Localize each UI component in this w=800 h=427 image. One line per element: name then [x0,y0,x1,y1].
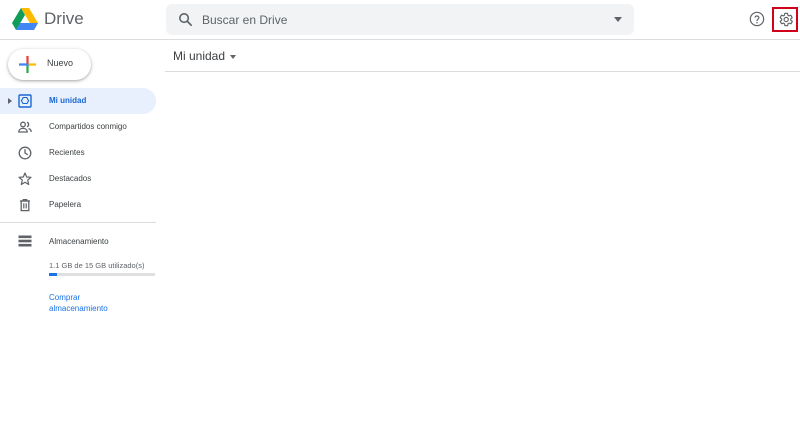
main-divider [165,71,800,72]
trash-icon [20,198,30,212]
buy-storage-link[interactable]: Comprar almacenamiento [49,292,139,314]
sidebar-item-destacados[interactable]: Destacados [0,166,156,192]
search-icon[interactable] [177,11,194,28]
people-icon [18,121,32,133]
star-icon [18,172,32,186]
sidebar-item-label: Destacados [49,174,92,183]
app-title[interactable]: Drive [44,9,84,29]
chevron-down-icon[interactable] [230,55,236,59]
plus-icon [18,55,37,74]
storage-usage-text: 1.1 GB de 15 GB utilizado(s) [49,261,145,270]
sidebar-item-recientes[interactable]: Recientes [0,140,156,166]
new-button[interactable]: Nuevo [8,49,91,80]
new-button-label: Nuevo [47,58,74,68]
help-icon[interactable] [749,11,765,27]
sidebar-item-almacenamiento[interactable]: Almacenamiento [0,232,156,252]
google-drive-logo[interactable] [12,7,38,31]
storage-icon [18,235,32,247]
sidebar-divider [0,222,156,223]
expand-arrow-icon[interactable] [8,98,12,104]
search-options-icon[interactable] [614,17,622,22]
storage-label: Almacenamiento [49,237,109,246]
page-title[interactable]: Mi unidad [173,49,225,63]
sidebar-item-label: Papelera [49,200,82,209]
search-input[interactable] [202,4,602,35]
gear-icon [779,12,793,27]
sidebar-item-compartidos[interactable]: Compartidos conmigo [0,114,156,140]
sidebar-item-label: Recientes [49,148,85,157]
top-bar: Drive [0,0,800,40]
storage-usage-fill [49,273,57,276]
storage-section: Almacenamiento 1.1 GB de 15 GB utilizado… [0,232,156,313]
drive-icon [18,94,32,108]
sidebar-item-papelera[interactable]: Papelera [0,192,156,218]
sidebar-item-label: Mi unidad [49,96,87,105]
sidebar-nav: Mi unidad Compartidos conmigo Recientes … [0,88,156,218]
settings-button[interactable] [772,7,798,32]
clock-icon [18,146,32,160]
search-bar[interactable] [166,4,634,35]
storage-usage-bar [49,273,155,276]
sidebar-item-label: Compartidos conmigo [49,122,127,131]
sidebar-item-mi-unidad[interactable]: Mi unidad [0,88,156,114]
